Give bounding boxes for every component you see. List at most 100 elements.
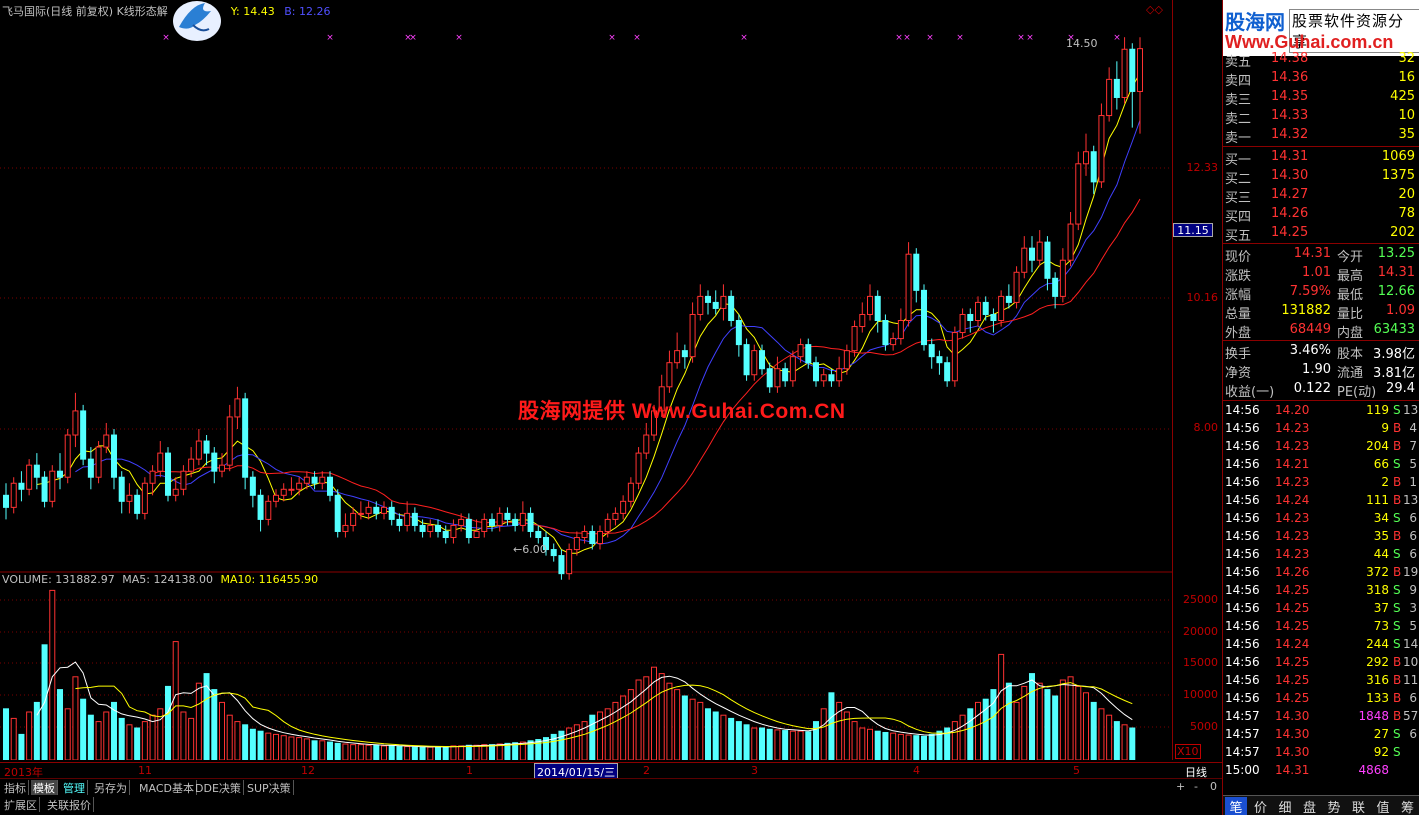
diamond-icon[interactable]: ◇◇	[1146, 3, 1163, 16]
cell: 2	[1381, 475, 1389, 489]
cell: 量比	[1337, 307, 1364, 322]
kline-chart[interactable]: × × ×× × × × × × × × × × × × ×14.50←6.00	[0, 0, 1172, 760]
zoom-reset-button[interactable]: 0	[1208, 780, 1219, 795]
cell: 68449	[1289, 322, 1331, 337]
date-axis: 2013年 11 12 1 2014/01/15/三 2 3 4 5 日线	[0, 762, 1222, 781]
candle	[743, 344, 750, 376]
cell: 买五	[1225, 229, 1252, 244]
tick-row: 14:56 14.21 66 S 5	[1223, 456, 1419, 474]
volume-bar	[820, 708, 827, 760]
cell: 316	[1366, 673, 1389, 687]
tab-save-as[interactable]: 另存为	[92, 780, 130, 795]
candle	[49, 470, 56, 502]
candle	[1106, 78, 1113, 117]
volume-bar	[720, 714, 727, 760]
candle	[311, 476, 318, 484]
tab-template[interactable]: 模板	[31, 780, 58, 795]
tick-row: 14:56 14.20 119 S 13	[1223, 402, 1419, 420]
volume-bar	[936, 730, 943, 760]
volume-bar	[897, 733, 904, 760]
panel-tab-1[interactable]: 价	[1250, 797, 1272, 815]
volume-bar	[1036, 682, 1043, 760]
cell: 14:56	[1225, 619, 1260, 633]
candle	[442, 530, 449, 538]
candle	[581, 530, 588, 538]
cell: S	[1393, 619, 1401, 633]
volume-bar	[635, 679, 642, 760]
candle	[928, 344, 935, 358]
tick-row: 15:00 14.31 4868	[1223, 762, 1419, 780]
cell: B	[1393, 655, 1402, 669]
candle	[681, 350, 688, 358]
cell: 1069	[1381, 149, 1415, 164]
bid-row: 买一 14.31 1069	[1223, 148, 1419, 168]
volume-ma10: MA10: 116455.90	[220, 573, 319, 586]
volume-bar	[488, 744, 496, 760]
volume-bar	[303, 738, 310, 760]
cell: 1	[1409, 475, 1417, 489]
tab-indicator[interactable]: 指标	[2, 780, 29, 795]
candle	[496, 512, 503, 526]
cell: 14.25	[1275, 601, 1310, 615]
candle	[882, 320, 889, 346]
cell: 股本	[1337, 347, 1364, 362]
volume-bar	[64, 708, 71, 760]
cell: 14.31	[1377, 265, 1415, 280]
panel-tab-6[interactable]: 值	[1372, 797, 1394, 815]
panel-tab-3[interactable]: 盘	[1299, 797, 1321, 815]
candle	[874, 295, 881, 322]
volume-bar	[188, 717, 195, 760]
cell: 14:56	[1225, 673, 1260, 687]
tab-dde[interactable]: DDE决策	[193, 780, 244, 795]
volume-bar	[774, 729, 781, 760]
volume-bar	[1090, 701, 1097, 760]
cell: 14:56	[1225, 511, 1260, 525]
panel-tab-5[interactable]: 联	[1348, 797, 1370, 815]
cell: S	[1393, 583, 1401, 597]
volume-bar	[326, 741, 334, 760]
cell: 14.23	[1275, 421, 1310, 435]
candle	[218, 464, 226, 472]
cell: 今开	[1337, 250, 1364, 265]
volume-bar	[195, 682, 202, 760]
cell: 14.26	[1271, 206, 1309, 221]
zoom-in-button[interactable]: +	[1174, 780, 1187, 795]
cell: 涨幅	[1225, 288, 1252, 303]
zoom-out-button[interactable]: -	[1192, 780, 1200, 795]
cell: PE(动)	[1337, 385, 1377, 400]
panel-tab-0[interactable]: 笔	[1225, 797, 1247, 815]
cell: S	[1393, 745, 1401, 759]
signal-mark: ×	[608, 33, 616, 43]
cell: S	[1393, 601, 1401, 615]
volume-bar	[234, 721, 241, 760]
tab-related-quote[interactable]: 关联报价	[45, 797, 94, 812]
panel-tab-4[interactable]: 势	[1323, 797, 1345, 815]
panel-tab-7[interactable]: 筹	[1397, 797, 1419, 815]
volume-bar	[697, 701, 704, 760]
candle	[519, 512, 526, 526]
candle	[998, 295, 1005, 322]
candle	[134, 494, 141, 514]
volume-bar	[758, 727, 766, 760]
volume-bar	[974, 701, 982, 760]
cell: 买二	[1225, 172, 1252, 187]
tab-sup[interactable]: SUP决策	[245, 780, 294, 795]
volume-bar	[859, 727, 866, 760]
panel-tab-2[interactable]: 细	[1274, 797, 1296, 815]
candle	[1013, 271, 1020, 303]
tab-extension[interactable]: 扩展区	[2, 797, 40, 812]
volume-bar	[411, 746, 418, 760]
tab-macd[interactable]: MACD基本	[137, 780, 197, 795]
divider	[1223, 400, 1419, 401]
tab-manage[interactable]: 管理	[61, 780, 88, 795]
cell: 14	[1403, 637, 1419, 651]
cell: 买三	[1225, 191, 1252, 206]
candle	[388, 506, 395, 520]
cell: 14.30	[1271, 168, 1309, 183]
cell: 204	[1366, 439, 1389, 453]
signal-mark: ×	[895, 33, 903, 43]
cell: 14.27	[1271, 187, 1309, 202]
volume-ma5: MA5: 124138.00	[122, 573, 213, 586]
candle	[465, 518, 472, 538]
candle	[26, 464, 33, 490]
